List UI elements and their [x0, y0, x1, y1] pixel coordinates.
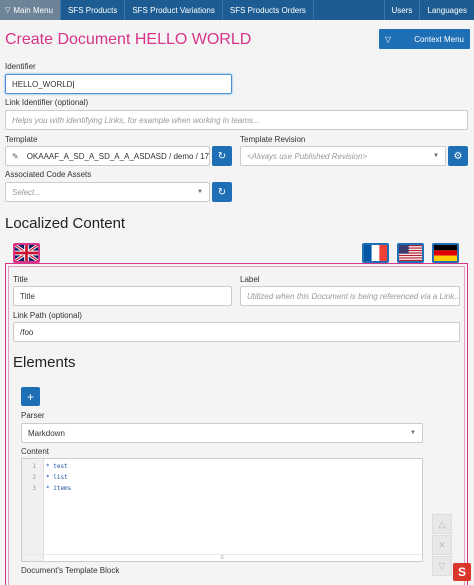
link-identifier-label: Link Identifier (optional): [5, 98, 89, 107]
link-path-value: /foo: [20, 327, 34, 337]
context-menu-button[interactable]: ▽ Context Menu: [379, 29, 470, 49]
refresh-icon: ↻: [217, 150, 227, 162]
add-element-button[interactable]: +: [21, 387, 40, 406]
parser-label: Parser: [21, 411, 45, 420]
triangle-down-icon: ▽: [385, 34, 392, 44]
template-revision-label: Template Revision: [240, 135, 306, 144]
content-editor[interactable]: 1 * test 2 * list 3 * items ≡: [21, 458, 423, 562]
move-up-button[interactable]: △: [432, 514, 452, 534]
elements-title: Elements: [13, 354, 76, 371]
template-revision-select[interactable]: <Always use Published Revision> ▼: [240, 146, 446, 166]
code-assets-placeholder: Select...: [12, 187, 41, 197]
identifier-input[interactable]: HELLO_WORLD |: [5, 74, 232, 94]
template-block-label: Document's Template Block: [21, 566, 120, 575]
template-revision-settings-button[interactable]: ⚙: [448, 146, 468, 166]
title-label: Title: [13, 275, 28, 284]
arrow-up-icon: △: [438, 518, 446, 529]
code-assets-label: Associated Code Assets: [5, 170, 92, 179]
top-nav: ▽ Main Menu SFS Products SFS Product Var…: [0, 0, 474, 20]
code-text: * list: [46, 474, 68, 481]
uk-flag-icon: [15, 245, 38, 261]
nav-item-sfs-product-variations[interactable]: SFS Product Variations: [125, 0, 223, 20]
label-placeholder: Utilized when this Document is being ref…: [247, 291, 460, 301]
nav-item-users[interactable]: Users: [383, 0, 420, 20]
localized-content-title: Localized Content: [5, 215, 126, 232]
code-line: 3 * items: [22, 485, 71, 496]
parser-select[interactable]: Markdown ▼: [21, 423, 423, 443]
flag-de-tab[interactable]: [432, 243, 459, 263]
parser-value: Markdown: [28, 428, 65, 438]
chevron-down-icon: ▼: [197, 189, 203, 195]
refresh-icon: ↻: [217, 186, 227, 198]
link-path-label: Link Path (optional): [13, 311, 82, 320]
code-line: 2 * list: [22, 474, 68, 485]
flag-us-tab[interactable]: [397, 243, 424, 263]
gear-icon: ⚙: [453, 150, 463, 162]
line-number: 2: [32, 474, 36, 481]
resize-handle[interactable]: ≡: [22, 554, 422, 561]
title-value: Title: [20, 291, 35, 301]
line-number: 3: [32, 485, 36, 492]
context-menu-label: Context Menu: [414, 34, 464, 44]
page-title: Create Document HELLO WORLD: [5, 31, 252, 48]
title-input[interactable]: Title: [13, 286, 232, 306]
remove-element-button[interactable]: ✕: [432, 535, 452, 555]
close-icon: ✕: [438, 539, 446, 550]
template-label: Template: [5, 135, 38, 144]
label-input[interactable]: Utilized when this Document is being ref…: [240, 286, 460, 306]
template-value: OKAAAF_A_SD_A_SD_A_A_ASDASD / demo / 17-…: [26, 151, 210, 161]
main-menu-button[interactable]: ▽ Main Menu: [0, 0, 61, 20]
flag-uk-tab[interactable]: [13, 243, 40, 263]
code-line: 1 * test: [22, 463, 68, 474]
chevron-down-icon: ▼: [410, 430, 416, 436]
label-label: Label: [240, 275, 260, 284]
template-select[interactable]: ✎ OKAAAF_A_SD_A_SD_A_A_ASDASD / demo / 1…: [5, 146, 210, 166]
chevron-down-icon: ▼: [433, 153, 439, 159]
code-assets-refresh-button[interactable]: ↻: [212, 182, 232, 202]
identifier-label: Identifier: [5, 62, 36, 71]
nav-item-languages[interactable]: Languages: [419, 0, 474, 20]
template-revision-placeholder: <Always use Published Revision>: [247, 151, 368, 161]
move-down-button[interactable]: ▽: [432, 556, 452, 576]
germany-flag-icon: [434, 245, 457, 261]
link-identifier-input[interactable]: Helps you with identifying Links, for ex…: [5, 110, 468, 130]
template-refresh-button[interactable]: ↻: [212, 146, 232, 166]
triangle-down-icon: ▽: [5, 7, 11, 14]
nav-item-sfs-products[interactable]: SFS Products: [61, 0, 126, 20]
code-text: * items: [46, 485, 72, 492]
code-assets-select[interactable]: Select... ▼: [5, 182, 210, 202]
line-number: 1: [32, 463, 36, 470]
flag-fr-tab[interactable]: [362, 243, 389, 263]
us-flag-icon: [399, 245, 422, 261]
main-menu-label: Main Menu: [13, 5, 53, 15]
plus-icon: +: [26, 389, 34, 404]
app-logo-icon[interactable]: S: [453, 563, 471, 581]
link-path-input[interactable]: /foo: [13, 322, 460, 342]
content-label: Content: [21, 447, 50, 456]
code-text: * test: [46, 463, 68, 470]
identifier-value: HELLO_WORLD: [12, 79, 73, 89]
france-flag-icon: [364, 245, 387, 261]
link-identifier-placeholder: Helps you with identifying Links, for ex…: [12, 115, 260, 125]
arrow-down-icon: ▽: [438, 560, 446, 571]
nav-item-sfs-products-orders[interactable]: SFS Products Orders: [223, 0, 314, 20]
pencil-icon[interactable]: ✎: [12, 152, 19, 161]
